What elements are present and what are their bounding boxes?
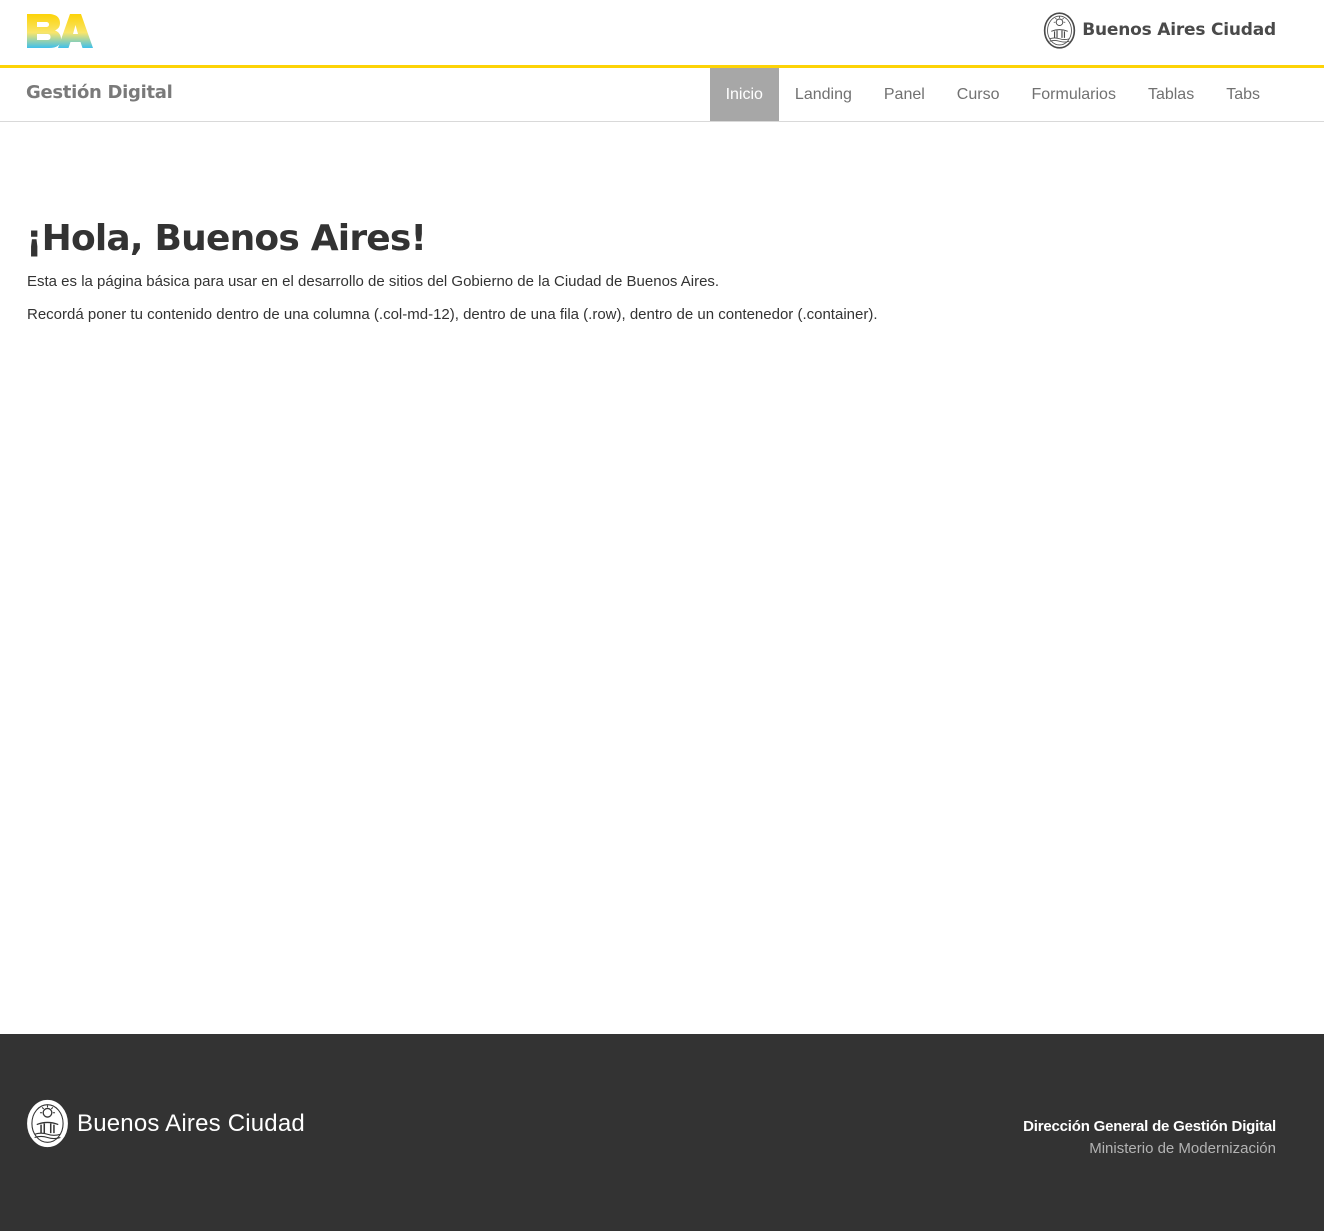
brand-name: Buenos Aires Ciudad bbox=[1082, 20, 1276, 40]
footer-ministry: Ministerio de Modernización bbox=[1089, 1140, 1276, 1157]
nav-item-panel[interactable]: Panel bbox=[868, 68, 941, 121]
nav-item-formularios[interactable]: Formularios bbox=[1015, 68, 1131, 121]
city-seal-icon bbox=[1044, 11, 1076, 49]
nav-menu: Inicio Landing Panel Curso Formularios T… bbox=[709, 68, 1276, 121]
nav-item-tabs[interactable]: Tabs bbox=[1210, 68, 1276, 121]
nav-item-inicio[interactable]: Inicio bbox=[709, 68, 779, 121]
main-navbar: Gestión Digital Inicio Landing Panel Cur… bbox=[0, 68, 1324, 122]
main-content: ¡Hola, Buenos Aires! Esta es la página b… bbox=[0, 122, 1324, 1034]
instructions-paragraph: Recordá poner tu contenido dentro de una… bbox=[27, 306, 878, 323]
city-brand-link[interactable]: Buenos Aires Ciudad bbox=[1043, 10, 1276, 50]
city-seal-icon bbox=[27, 1099, 68, 1148]
nav-item-landing[interactable]: Landing bbox=[779, 68, 868, 121]
page-footer: Buenos Aires Ciudad Dirección General de… bbox=[0, 1034, 1324, 1231]
intro-paragraph: Esta es la página básica para usar en el… bbox=[27, 273, 720, 290]
footer-info: Dirección General de Gestión Digital Min… bbox=[1023, 1118, 1276, 1157]
nav-item-tablas[interactable]: Tablas bbox=[1132, 68, 1210, 121]
footer-brand-link[interactable]: Buenos Aires Ciudad bbox=[26, 1098, 305, 1149]
top-header: Buenos Aires Ciudad bbox=[0, 0, 1324, 68]
ba-logo-graphic bbox=[27, 14, 93, 48]
page-title: ¡Hola, Buenos Aires! bbox=[26, 218, 427, 259]
site-brand-link[interactable]: Gestión Digital bbox=[26, 82, 173, 103]
nav-item-curso[interactable]: Curso bbox=[941, 68, 1016, 121]
footer-department: Dirección General de Gestión Digital bbox=[1023, 1118, 1276, 1135]
ba-logo-icon[interactable] bbox=[26, 12, 94, 50]
footer-brand-name: Buenos Aires Ciudad bbox=[77, 1109, 305, 1137]
